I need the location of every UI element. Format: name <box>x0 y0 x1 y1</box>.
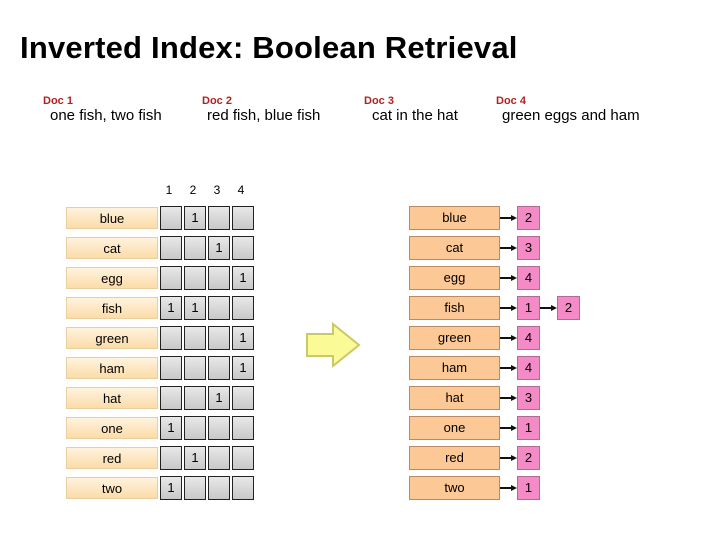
matrix-term: red <box>66 447 158 469</box>
matrix-cell <box>208 296 230 320</box>
posting-term: two <box>409 476 500 500</box>
matrix-term: ham <box>66 357 158 379</box>
doc-label: Doc 4 <box>496 95 526 107</box>
posting-term: blue <box>409 206 500 230</box>
column-header: 2 <box>189 183 197 197</box>
matrix-cell <box>184 476 206 500</box>
posting-doc: 1 <box>517 296 540 320</box>
matrix-cell: 1 <box>208 236 230 260</box>
posting-term: red <box>409 446 500 470</box>
doc-text: green eggs and ham <box>502 107 640 124</box>
posting-term: ham <box>409 356 500 380</box>
posting-doc: 1 <box>517 416 540 440</box>
matrix-cell <box>232 476 254 500</box>
matrix-cell <box>232 206 254 230</box>
matrix-cell <box>232 236 254 260</box>
matrix-term: blue <box>66 207 158 229</box>
transform-arrow-icon <box>306 322 361 368</box>
matrix-term: cat <box>66 237 158 259</box>
posting-doc: 3 <box>517 236 540 260</box>
matrix-cell <box>160 386 182 410</box>
matrix-cell <box>232 386 254 410</box>
matrix-cell <box>160 356 182 380</box>
posting-doc: 2 <box>517 446 540 470</box>
matrix-cell: 1 <box>160 296 182 320</box>
column-header: 4 <box>237 183 245 197</box>
matrix-cell <box>208 326 230 350</box>
matrix-cell <box>184 236 206 260</box>
matrix-cell: 1 <box>184 206 206 230</box>
matrix-cell: 1 <box>184 446 206 470</box>
matrix-term: fish <box>66 297 158 319</box>
posting-doc: 1 <box>517 476 540 500</box>
doc-text: one fish, two fish <box>50 107 162 124</box>
matrix-term: two <box>66 477 158 499</box>
matrix-cell <box>184 416 206 440</box>
posting-term: one <box>409 416 500 440</box>
posting-term: hat <box>409 386 500 410</box>
doc-label: Doc 3 <box>364 95 394 107</box>
matrix-term: green <box>66 327 158 349</box>
matrix-cell <box>184 326 206 350</box>
matrix-cell: 1 <box>160 476 182 500</box>
doc-text: red fish, blue fish <box>207 107 321 124</box>
slide-title: Inverted Index: Boolean Retrieval <box>20 30 518 65</box>
matrix-term: hat <box>66 387 158 409</box>
column-header: 3 <box>213 183 221 197</box>
matrix-cell: 1 <box>208 386 230 410</box>
doc-label: Doc 2 <box>202 95 232 107</box>
matrix-cell <box>184 386 206 410</box>
matrix-cell: 1 <box>160 416 182 440</box>
matrix-cell: 1 <box>232 266 254 290</box>
matrix-cell <box>232 416 254 440</box>
matrix-cell <box>208 446 230 470</box>
matrix-cell <box>208 266 230 290</box>
posting-doc: 4 <box>517 266 540 290</box>
matrix-cell <box>184 266 206 290</box>
matrix-cell <box>232 296 254 320</box>
matrix-cell <box>208 206 230 230</box>
posting-doc: 2 <box>557 296 580 320</box>
posting-term: green <box>409 326 500 350</box>
matrix-cell <box>160 206 182 230</box>
doc-text: cat in the hat <box>372 107 458 124</box>
posting-doc: 3 <box>517 386 540 410</box>
posting-term: fish <box>409 296 500 320</box>
matrix-cell <box>232 446 254 470</box>
posting-term: cat <box>409 236 500 260</box>
doc-label: Doc 1 <box>43 95 73 107</box>
column-header: 1 <box>165 183 173 197</box>
posting-doc: 4 <box>517 356 540 380</box>
matrix-cell <box>208 356 230 380</box>
matrix-cell <box>160 266 182 290</box>
matrix-cell <box>208 416 230 440</box>
matrix-term: one <box>66 417 158 439</box>
matrix-cell <box>160 236 182 260</box>
matrix-term: egg <box>66 267 158 289</box>
matrix-cell: 1 <box>232 356 254 380</box>
posting-doc: 2 <box>517 206 540 230</box>
matrix-cell <box>160 326 182 350</box>
matrix-cell: 1 <box>184 296 206 320</box>
matrix-cell: 1 <box>232 326 254 350</box>
matrix-cell <box>208 476 230 500</box>
matrix-cell <box>184 356 206 380</box>
matrix-cell <box>160 446 182 470</box>
posting-doc: 4 <box>517 326 540 350</box>
posting-term: egg <box>409 266 500 290</box>
